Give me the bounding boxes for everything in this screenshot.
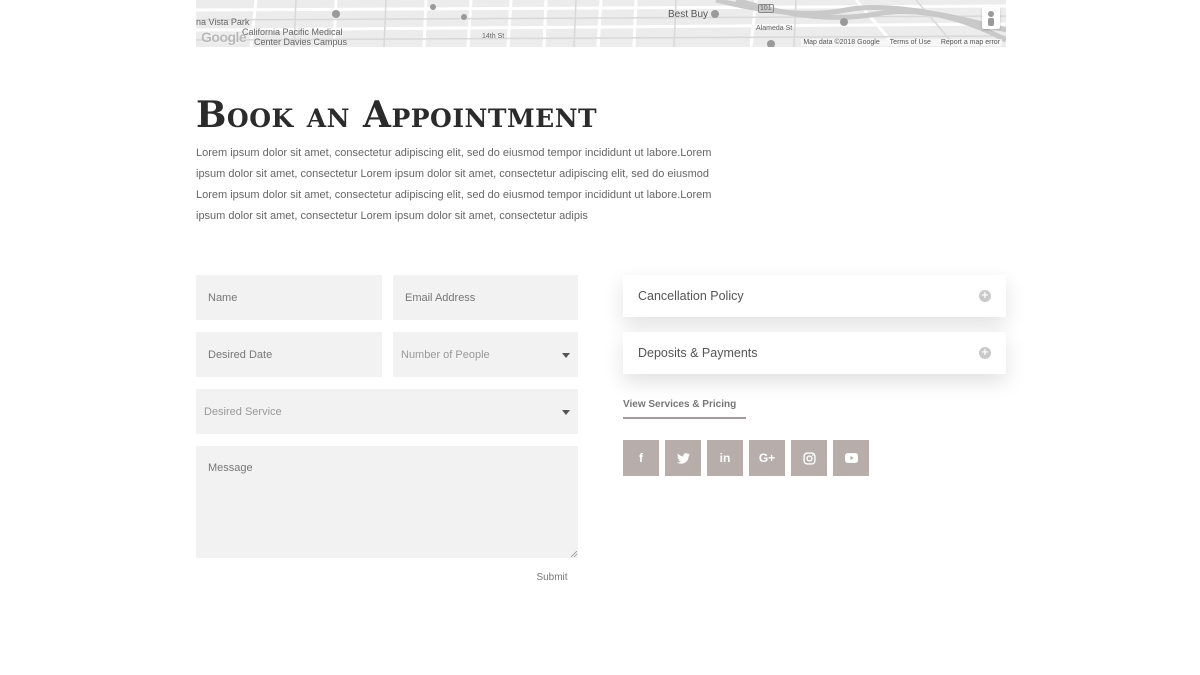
name-field[interactable]: Name: [196, 275, 382, 320]
chevron-down-icon: [562, 409, 570, 415]
social-icons: f in G+: [623, 440, 869, 476]
map-label: 14th St: [482, 33, 505, 40]
map-data-text: Map data ©2018 Google: [803, 39, 880, 46]
map-report-link[interactable]: Report a map error: [941, 39, 1000, 46]
accordion-item-cancellation[interactable]: Cancellation Policy +: [623, 275, 1006, 317]
name-placeholder: Name: [208, 291, 238, 304]
twitter-bird-icon: [676, 452, 690, 464]
intro-paragraph: Lorem ipsum dolor sit amet, consectetur …: [196, 147, 712, 222]
linkedin-glyph: in: [719, 451, 731, 465]
link-underline: [623, 417, 746, 419]
email-placeholder: Email Address: [405, 291, 476, 304]
map-terms-link[interactable]: Terms of Use: [890, 39, 931, 46]
google-plus-glyph: G+: [758, 451, 776, 465]
instagram-icon[interactable]: [791, 440, 827, 476]
youtube-icon[interactable]: [833, 440, 869, 476]
youtube-glyph-icon: [844, 453, 858, 463]
email-field[interactable]: Email Address: [393, 275, 578, 320]
date-placeholder: Desired Date: [208, 348, 273, 361]
linkedin-icon[interactable]: in: [707, 440, 743, 476]
google-plus-icon[interactable]: G+: [749, 440, 785, 476]
message-placeholder: Message: [208, 462, 253, 474]
people-placeholder: Number of People: [401, 348, 490, 361]
submit-button[interactable]: Submit: [528, 572, 576, 583]
date-field[interactable]: Desired Date: [196, 332, 382, 377]
message-field[interactable]: Message: [196, 446, 578, 558]
map-label: Center Davies Campus: [254, 37, 348, 47]
twitter-icon[interactable]: [665, 440, 701, 476]
view-services-link[interactable]: View Services & Pricing: [623, 399, 736, 410]
service-placeholder: Desired Service: [204, 405, 282, 418]
map-embed[interactable]: na Vista Park California Pacific Medical…: [196, 0, 1006, 47]
map-label: Alameda St: [756, 25, 793, 32]
plus-circle-icon[interactable]: +: [979, 290, 991, 302]
street-view-icon[interactable]: [982, 7, 1000, 29]
facebook-icon[interactable]: f: [623, 440, 659, 476]
map-attribution: Map data ©2018 Google Terms of Use Repor…: [801, 39, 1002, 46]
accordion-item-deposits[interactable]: Deposits & Payments +: [623, 332, 1006, 374]
instagram-glyph-icon: [802, 451, 816, 465]
map-label: na Vista Park: [196, 17, 250, 27]
accordion-title: Deposits & Payments: [638, 346, 758, 360]
highway-shield: 101: [758, 4, 774, 13]
map-label: California Pacific Medical: [242, 27, 343, 37]
page-title: Book an Appointment: [196, 94, 598, 136]
google-logo: Google: [201, 29, 247, 45]
resize-handle-icon[interactable]: [571, 551, 577, 557]
map-label: Best Buy: [668, 9, 709, 20]
service-select[interactable]: Desired Service: [196, 389, 578, 434]
people-select[interactable]: Number of People: [393, 332, 578, 377]
chevron-down-icon: [562, 352, 570, 358]
plus-circle-icon[interactable]: +: [979, 347, 991, 359]
facebook-glyph: f: [639, 451, 643, 465]
accordion-title: Cancellation Policy: [638, 289, 744, 303]
